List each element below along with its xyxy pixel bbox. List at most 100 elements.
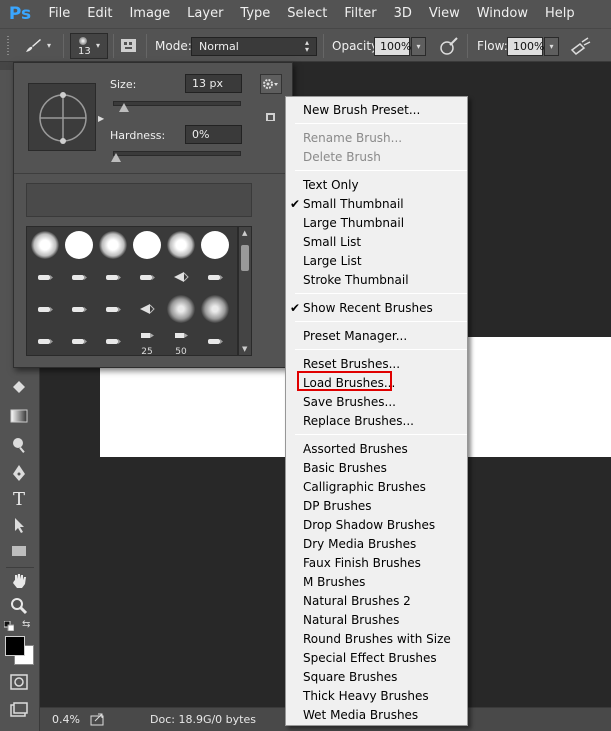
scroll-up-icon[interactable]: ▲ [242,229,247,237]
brush-preset-cell[interactable] [97,229,129,261]
menu-edit[interactable]: Edit [79,0,121,28]
brush-preset-cell[interactable] [131,261,163,293]
brush-preset-picker-button[interactable]: 13 [70,33,108,59]
menu-select[interactable]: Select [279,0,336,28]
hardness-slider-thumb[interactable] [111,153,121,162]
airbrush-icon[interactable] [570,36,592,56]
brush-tool-icon[interactable] [22,36,44,56]
menu-item-natural-brushes[interactable]: Natural Brushes [303,611,399,630]
menu-filter[interactable]: Filter [336,0,385,28]
brush-preset-cell[interactable] [165,261,197,293]
menu-layer[interactable]: Layer [179,0,232,28]
menu-help[interactable]: Help [537,0,584,28]
menu-window[interactable]: Window [468,0,536,28]
hand-tool-icon[interactable] [8,569,30,591]
menu-item-square-brushes[interactable]: Square Brushes [303,668,397,687]
brush-panel-toggle-icon[interactable] [119,36,139,56]
menu-file[interactable]: File [40,0,79,28]
menu-item-calligraphic-brushes[interactable]: Calligraphic Brushes [303,478,426,497]
recent-brushes-strip[interactable] [26,183,252,217]
size-slider-track[interactable] [113,101,241,106]
brush-preset-cell[interactable] [199,293,231,325]
brush-preset-cell[interactable] [199,261,231,293]
pen-tool-icon[interactable] [8,462,30,484]
menu-item-preset-manager[interactable]: Preset Manager... [303,327,407,346]
brush-preset-cell[interactable]: 50 [165,325,197,357]
brush-picker-menu-button[interactable] [260,74,282,94]
brush-preset-cell[interactable] [63,325,95,357]
dodge-tool-icon[interactable] [8,434,30,456]
brush-preset-cell[interactable] [29,293,61,325]
zoom-tool-icon[interactable] [8,595,30,617]
menu-item-text-only[interactable]: Text Only [303,176,359,195]
pressure-opacity-icon[interactable] [438,35,460,57]
menu-item-dp-brushes[interactable]: DP Brushes [303,497,372,516]
mode-select[interactable]: Normal [191,37,317,56]
menu-item-drop-shadow-brushes[interactable]: Drop Shadow Brushes [303,516,435,535]
type-tool-icon[interactable]: T [8,488,30,510]
rectangle-tool-icon[interactable] [8,540,30,562]
brush-preset-cell[interactable] [165,293,197,325]
menu-item-large-thumbnail[interactable]: Large Thumbnail [303,214,404,233]
menu-item-replace-brushes[interactable]: Replace Brushes... [303,412,414,431]
share-icon[interactable] [90,712,106,726]
brush-preset-cell[interactable] [97,261,129,293]
menu-item-round-brushes-with-size[interactable]: Round Brushes with Size [303,630,451,649]
tool-preset-dropdown-icon[interactable]: ▾ [47,41,57,51]
brush-preset-cell[interactable] [29,325,61,357]
swap-colors-icon[interactable]: ⇆ [22,619,30,630]
default-colors-icon[interactable] [3,620,15,632]
menu-item-m-brushes[interactable]: M Brushes [303,573,365,592]
brush-preset-cell[interactable] [131,229,163,261]
opacity-input[interactable]: 100% [374,37,411,56]
brush-preset-cell[interactable] [199,229,231,261]
foreground-color-swatch[interactable] [5,636,25,656]
menu-item-special-effect-brushes[interactable]: Special Effect Brushes [303,649,437,668]
path-selection-tool-icon[interactable] [8,514,30,536]
size-input[interactable]: 13 px [185,74,242,93]
brush-preset-cell[interactable] [165,229,197,261]
size-slider-thumb[interactable] [118,103,129,112]
menu-item-save-brushes[interactable]: Save Brushes... [303,393,396,412]
zoom-level[interactable]: 0.4% [52,713,80,726]
flow-input[interactable]: 100% [507,37,544,56]
brush-preset-cell[interactable] [97,293,129,325]
menu-item-assorted-brushes[interactable]: Assorted Brushes [303,440,408,459]
brush-preset-grid[interactable]: 25 50 [26,226,238,357]
menu-item-show-recent-brushes[interactable]: Show Recent Brushes [303,299,433,318]
new-preset-icon[interactable] [266,111,276,121]
brush-preset-cell[interactable] [63,229,95,261]
hardness-slider-track[interactable] [113,151,241,156]
menu-item-dry-media-brushes[interactable]: Dry Media Brushes [303,535,416,554]
brush-grid-scrollbar[interactable]: ▲ ▼ [238,226,252,356]
brush-preset-cell[interactable] [131,293,163,325]
scroll-down-icon[interactable]: ▼ [242,345,247,353]
menu-item-new-brush-preset[interactable]: New Brush Preset... [303,101,420,120]
menu-item-wet-media-brushes[interactable]: Wet Media Brushes [303,706,418,725]
paint-bucket-tool-icon[interactable] [8,377,30,399]
hardness-input[interactable]: 0% [185,125,242,144]
menu-item-basic-brushes[interactable]: Basic Brushes [303,459,387,478]
brush-preset-cell[interactable] [29,229,61,261]
menu-item-stroke-thumbnail[interactable]: Stroke Thumbnail [303,271,409,290]
brush-preset-cell[interactable]: 25 [131,325,163,357]
brush-preset-cell[interactable] [97,325,129,357]
menu-type[interactable]: Type [232,0,279,28]
brush-preset-cell[interactable] [199,325,231,357]
brush-grid-scroll-thumb[interactable] [241,245,249,271]
screen-mode-icon[interactable] [8,699,30,721]
menu-item-thick-heavy-brushes[interactable]: Thick Heavy Brushes [303,687,429,706]
menu-3d[interactable]: 3D [385,0,420,28]
menu-item-small-thumbnail[interactable]: Small Thumbnail [303,195,404,214]
quick-mask-icon[interactable] [8,671,30,693]
menu-item-large-list[interactable]: Large List [303,252,362,271]
brush-tip-preview[interactable] [28,83,96,151]
menu-image[interactable]: Image [121,0,179,28]
opacity-dropdown-button[interactable]: ▾ [411,37,426,56]
brush-preset-cell[interactable] [29,261,61,293]
menu-item-small-list[interactable]: Small List [303,233,361,252]
brush-preset-cell[interactable] [63,261,95,293]
gradient-tool-icon[interactable] [8,405,30,427]
menu-item-faux-finish-brushes[interactable]: Faux Finish Brushes [303,554,421,573]
menu-view[interactable]: View [420,0,468,28]
